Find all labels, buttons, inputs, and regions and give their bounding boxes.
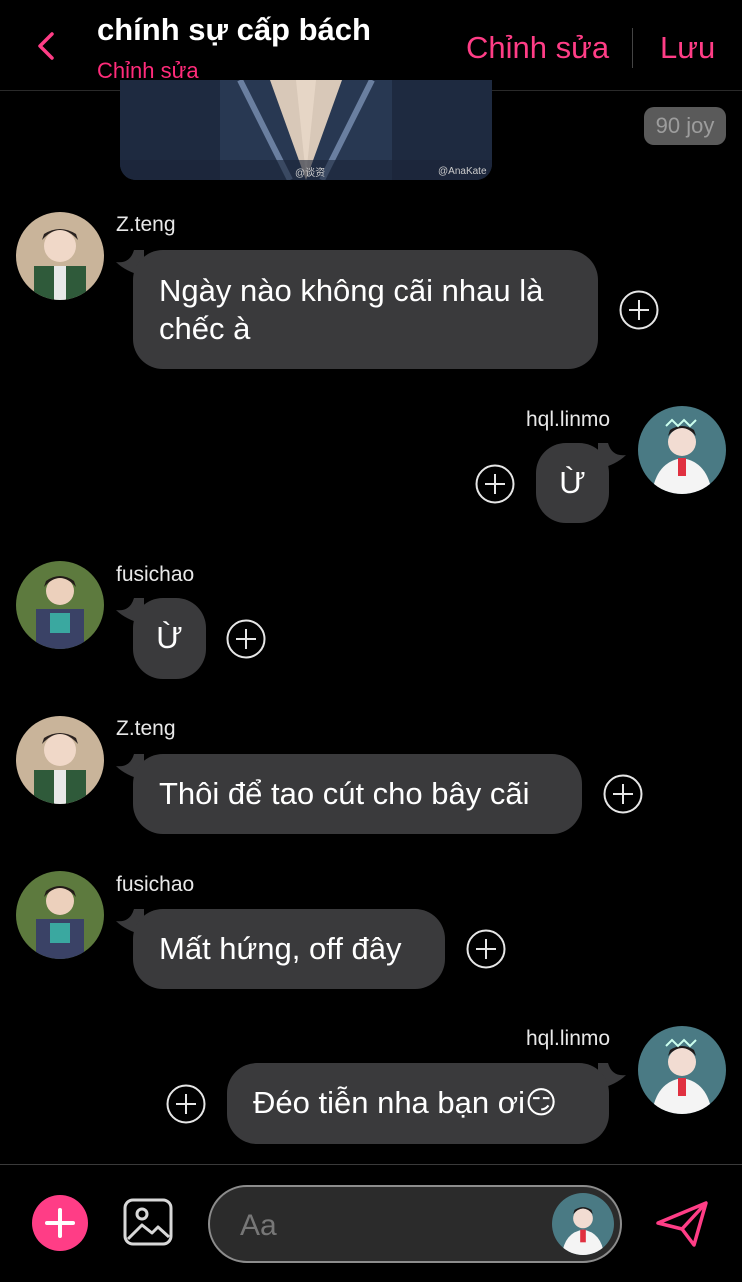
message-bubble[interactable]: Ừ	[536, 443, 609, 523]
add-reaction-icon[interactable]	[226, 619, 266, 659]
add-reaction-icon[interactable]	[166, 1084, 206, 1124]
add-reaction-icon[interactable]	[603, 774, 643, 814]
back-chevron-icon[interactable]	[30, 28, 66, 64]
save-button[interactable]: Lưu	[660, 30, 715, 66]
username: fusichao	[116, 873, 195, 896]
avatar[interactable]	[16, 871, 104, 959]
plus-icon	[45, 1208, 75, 1238]
header: chính sự cấp bách Chỉnh sửa Chỉnh sửa Lư…	[0, 0, 742, 91]
avatar[interactable]	[638, 406, 726, 494]
avatar[interactable]	[16, 561, 104, 649]
avatar[interactable]	[638, 1026, 726, 1114]
message-input[interactable]: Aa	[208, 1185, 622, 1263]
input-placeholder: Aa	[240, 1209, 277, 1242]
message-text: Đéo tiễn nha bạn ơi😏	[253, 1085, 558, 1120]
chat-title: chính sự cấp bách	[97, 12, 371, 47]
add-button[interactable]	[32, 1195, 88, 1251]
watermark-right: @AnaKate	[438, 166, 487, 177]
send-icon[interactable]	[654, 1199, 710, 1249]
message-bubble[interactable]: Thôi để tao cút cho bây cãi	[133, 754, 582, 834]
edit-button[interactable]: Chỉnh sửa	[466, 30, 609, 66]
avatar-photo	[16, 871, 104, 959]
add-reaction-icon[interactable]	[475, 464, 515, 504]
username: Z.teng	[116, 213, 176, 236]
message-text-line: Ngày nào không cãi nhau là	[159, 273, 544, 308]
add-reaction-icon[interactable]	[466, 929, 506, 969]
message-text-line: chếc à	[159, 311, 251, 346]
message-text: Thôi để tao cút cho bây cãi	[159, 776, 530, 811]
avatar-photo	[16, 716, 104, 804]
username: fusichao	[116, 563, 195, 586]
message-text: Mất hứng, off đây	[159, 931, 402, 966]
composer-bar: Aa	[0, 1164, 742, 1282]
avatar-photo	[16, 212, 104, 300]
persona-avatar[interactable]	[552, 1193, 614, 1255]
avatar-photo	[638, 406, 726, 494]
message-text: Ừ	[156, 620, 183, 655]
message-bubble[interactable]: Mất hứng, off đây	[133, 909, 445, 989]
avatar[interactable]	[16, 212, 104, 300]
message-text: Ừ	[559, 465, 586, 500]
header-divider	[632, 28, 633, 68]
message-bubble[interactable]: Đéo tiễn nha bạn ơi😏	[227, 1063, 609, 1144]
username: hql.linmo	[526, 1027, 611, 1050]
avatar-photo	[638, 1026, 726, 1114]
image-message[interactable]: @谈资 @AnaKate	[120, 80, 492, 180]
username: hql.linmo	[526, 408, 611, 431]
add-reaction-icon[interactable]	[619, 290, 659, 330]
message-bubble[interactable]: Ngày nào không cãi nhau là chếc à	[133, 250, 598, 369]
joy-badge[interactable]: 90 joy	[644, 107, 726, 145]
watermark-left: @谈资	[295, 168, 326, 179]
avatar-photo	[552, 1193, 614, 1255]
image-picker-icon[interactable]	[122, 1197, 174, 1247]
username: Z.teng	[116, 717, 176, 740]
message-bubble[interactable]: Ừ	[133, 598, 206, 679]
avatar-photo	[16, 561, 104, 649]
avatar[interactable]	[16, 716, 104, 804]
